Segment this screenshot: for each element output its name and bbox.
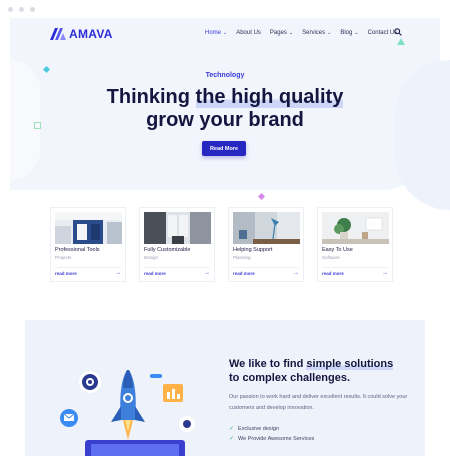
feature-check-item: ✓ We Provide Awesome Services <box>229 435 315 443</box>
nav-item-label: Contact Us <box>367 30 398 36</box>
window-dot <box>30 7 35 12</box>
card-subtitle: Planning <box>233 255 251 260</box>
divider <box>144 267 210 268</box>
arrow-right-icon[interactable]: → <box>293 270 299 276</box>
chevron-down-icon: ⌄ <box>354 30 359 36</box>
card-title: Professional Tools <box>55 247 100 253</box>
feature-card[interactable]: Helping Support Planning read more → <box>228 207 304 282</box>
chevron-down-icon: ⌄ <box>327 30 332 36</box>
card-image-blue-interior <box>55 212 122 244</box>
headline-text: grow your brand <box>146 109 304 131</box>
diamond-decor-icon <box>257 192 266 201</box>
feature-card[interactable]: Professional Tools Projects read more → <box>50 207 126 282</box>
section-title: We like to find simple solutions to comp… <box>229 357 419 385</box>
nav-item-services[interactable]: Services ⌄ <box>302 30 331 36</box>
logo-text: AMAVA <box>69 27 113 41</box>
check-label: We Provide Awesome Services <box>238 435 315 442</box>
card-image-desk-lamp <box>233 212 300 244</box>
nav-item-blog[interactable]: Blog ⌄ <box>340 30 358 36</box>
checkmark-icon: ✓ <box>229 426 235 432</box>
title-highlight: simple solutions <box>306 358 394 370</box>
nav-item-about[interactable]: About Us <box>236 30 261 36</box>
headline-highlight: the high quality <box>195 86 344 108</box>
card-read-more-link[interactable]: read more <box>322 271 344 276</box>
arrow-right-icon[interactable]: → <box>382 270 388 276</box>
nav-item-label: About Us <box>236 30 261 36</box>
card-subtitle: Projects <box>55 255 72 260</box>
main-nav: Home ⌄ About Us Pages ⌄ Services ⌄ Blog ⌄ Co… <box>205 30 397 36</box>
card-image-plant-shelf <box>322 212 389 244</box>
card-image-window-room <box>144 212 211 244</box>
divider <box>233 267 299 268</box>
section-description: Our passion to work hard and deliver exc… <box>229 394 408 411</box>
feature-check-item: ✓ Exclusive design <box>229 425 279 433</box>
arrow-right-icon[interactable]: → <box>115 270 121 276</box>
browser-frame: AMAVA Home ⌄ About Us Pages ⌄ Services ⌄ Bl… <box>0 0 450 456</box>
card-title: Fully Customizable <box>144 247 191 253</box>
card-title: Helping Support <box>233 247 273 253</box>
card-read-more-link[interactable]: read more <box>233 271 255 276</box>
nav-item-home[interactable]: Home ⌄ <box>205 30 227 36</box>
card-subtitle: Software <box>322 255 340 260</box>
nav-item-label: Home <box>205 30 222 36</box>
card-read-more-link[interactable]: read more <box>55 271 77 276</box>
rocket-illustration <box>60 370 195 456</box>
window-dot <box>19 7 24 12</box>
feature-cards: Professional Tools Projects read more → … <box>50 207 393 282</box>
nav-item-label: Pages <box>269 30 287 36</box>
arrow-right-icon[interactable]: → <box>204 270 210 276</box>
card-title: Easy To Use <box>322 247 353 253</box>
title-text: We like to find <box>229 358 307 370</box>
nav-item-label: Services <box>302 30 326 36</box>
headline-text: Thinking <box>106 86 196 108</box>
checkmark-icon: ✓ <box>229 436 235 442</box>
read-more-button[interactable]: Read More <box>202 141 246 156</box>
hero-tagline: Technology <box>205 72 245 79</box>
divider <box>55 267 121 268</box>
title-text: to complex challenges. <box>229 372 351 384</box>
window-dot <box>8 7 13 12</box>
triangle-decor-icon <box>397 38 405 45</box>
logo-mark-icon <box>50 28 66 40</box>
search-icon[interactable] <box>394 28 402 36</box>
divider <box>322 267 388 268</box>
nav-item-pages[interactable]: Pages ⌄ <box>270 30 293 36</box>
nav-item-label: Blog <box>340 30 353 36</box>
card-subtitle: Design <box>144 255 159 260</box>
site-logo[interactable]: AMAVA <box>50 27 113 41</box>
feature-card[interactable]: Fully Customizable Design read more → <box>139 207 215 282</box>
check-label: Exclusive design <box>238 425 279 432</box>
window-controls <box>8 7 35 12</box>
feature-card[interactable]: Easy To Use Software read more → <box>317 207 393 282</box>
chevron-down-icon: ⌄ <box>223 30 228 36</box>
chevron-down-icon: ⌄ <box>288 30 294 36</box>
nav-item-contact[interactable]: Contact Us <box>368 30 398 36</box>
hero-headline: Thinking the high quality grow your bran… <box>0 86 450 132</box>
card-read-more-link[interactable]: read more <box>144 271 166 276</box>
